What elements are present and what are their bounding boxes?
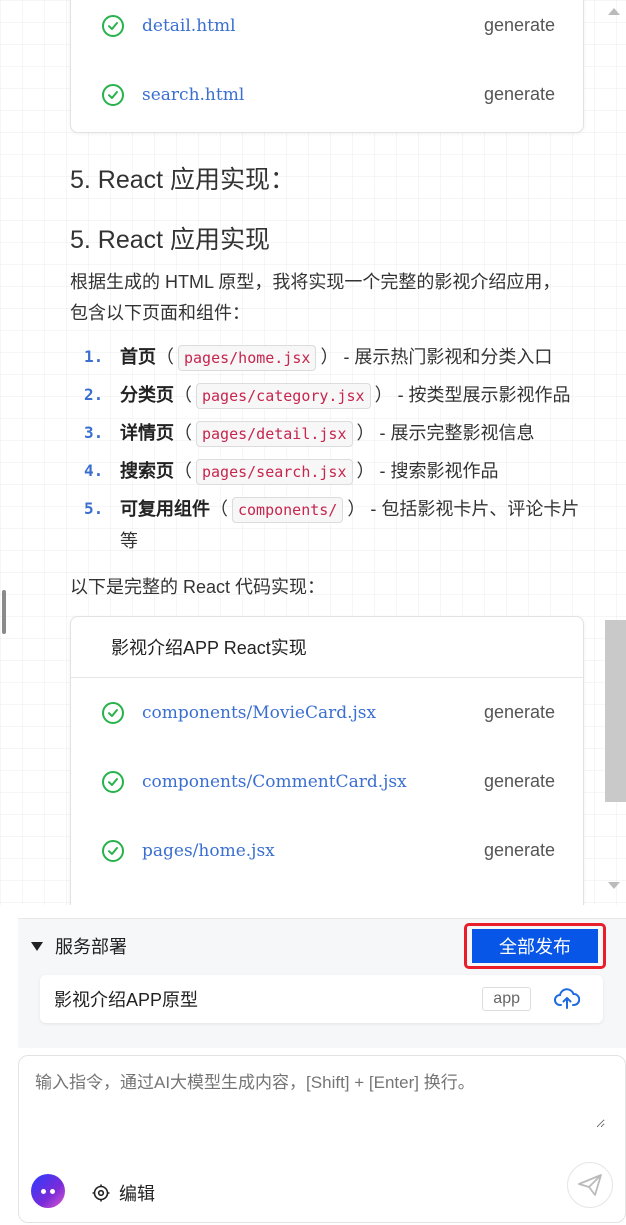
step-desc: - 展示完整影视信息 [374, 423, 535, 443]
inline-code: pages/home.jsx [178, 345, 317, 371]
cloud-upload-icon[interactable] [553, 985, 581, 1013]
file-name[interactable]: detail.html [142, 16, 484, 36]
send-icon [578, 1174, 602, 1196]
check-circle-icon [102, 839, 124, 862]
target-icon [92, 1184, 110, 1202]
generate-status: generate [483, 840, 555, 860]
file-name[interactable]: components/MovieCard.jsx [142, 703, 484, 723]
service-deploy-panel: 服务部署 全部发布 影视介绍APP原型 app [18, 918, 626, 1048]
send-button[interactable] [567, 1162, 613, 1208]
step-title: 首页 [120, 347, 156, 367]
step-desc: - 按类型展示影视作品 [392, 385, 571, 405]
list-item: 3. 详情页（ pages/detail.jsx） - 展示完整影视信息 [70, 417, 590, 449]
file-row[interactable]: components/CommentCard.jsx generate [71, 747, 583, 816]
scroll-up-arrow-icon[interactable] [608, 8, 620, 15]
list-number: 5. [84, 499, 104, 518]
publish-all-button[interactable]: 全部发布 [472, 929, 598, 963]
prompt-input[interactable] [35, 1068, 605, 1128]
generate-status: generate [483, 84, 555, 104]
outro-paragraph: 以下是完整的 React 代码实现： [70, 577, 326, 597]
publish-all-highlight: 全部发布 [464, 923, 606, 969]
list-number: 3. [84, 423, 104, 442]
edit-label: 编辑 [119, 1184, 155, 1204]
inline-code: pages/search.jsx [196, 459, 353, 485]
file-name[interactable]: search.html [142, 85, 484, 105]
scroll-down-arrow-icon[interactable] [608, 882, 620, 889]
file-row[interactable]: pages/home.jsx generate [71, 816, 583, 885]
step-title: 可复用组件 [120, 499, 210, 519]
list-number: 2. [84, 385, 104, 404]
list-number: 1. [84, 347, 104, 366]
file-name[interactable]: pages/home.jsx [142, 841, 484, 861]
step-title: 搜索页 [120, 461, 174, 481]
check-circle-icon [102, 14, 124, 37]
list-item: 4. 搜索页（ pages/search.jsx） - 搜索影视作品 [70, 455, 590, 487]
check-circle-icon [102, 83, 124, 106]
resize-handle[interactable] [2, 590, 6, 634]
inline-code: pages/category.jsx [196, 383, 371, 409]
file-name[interactable]: components/CommentCard.jsx [142, 772, 484, 792]
deploy-app-row[interactable]: 影视介绍APP原型 app [40, 975, 603, 1023]
section-heading: 5. React 应用实现： [70, 166, 296, 194]
steps-list: 1. 首页（ pages/home.jsx） - 展示热门影视和分类入口 2. 分… [70, 341, 590, 563]
app-type-badge: app [482, 987, 531, 1011]
generation-card-html: detail.html generate search.html generat… [70, 0, 584, 133]
intro-paragraph: 根据生成的 HTML 原型，我将实现一个完整的影视介绍应用，包含以下页面和组件： [70, 272, 561, 323]
generate-status: generate [483, 702, 555, 722]
step-desc: - 展示热门影视和分类入口 [338, 347, 553, 367]
file-row[interactable]: components/MovieCard.jsx generate [71, 678, 583, 747]
list-item: 5. 可复用组件（ components/） - 包括影视卡片、评论卡片等 [70, 493, 590, 557]
edit-button[interactable]: 编辑 [91, 1180, 155, 1206]
check-circle-icon [102, 701, 124, 724]
step-title: 详情页 [120, 423, 174, 443]
bot-avatar-icon[interactable] [31, 1174, 65, 1208]
prompt-input-box[interactable]: 编辑 [18, 1055, 626, 1223]
list-number: 4. [84, 461, 104, 480]
generation-card-react: 影视介绍APP React实现 components/MovieCard.jsx… [70, 616, 584, 905]
list-item: 2. 分类页（ pages/category.jsx） - 按类型展示影视作品 [70, 379, 590, 411]
generate-status: generate [483, 771, 555, 791]
chat-area[interactable]: detail.html generate search.html generat… [0, 0, 626, 905]
collapse-triangle-icon[interactable] [31, 941, 43, 951]
list-item: 1. 首页（ pages/home.jsx） - 展示热门影视和分类入口 [70, 341, 590, 373]
app-name: 影视介绍APP原型 [54, 990, 199, 1010]
deploy-title: 服务部署 [55, 937, 127, 957]
step-title: 分类页 [120, 385, 174, 405]
card-title: 影视介绍APP React实现 [71, 617, 583, 678]
check-circle-icon [102, 770, 124, 793]
inline-code: components/ [232, 497, 344, 523]
file-row[interactable]: search.html generate [71, 60, 583, 129]
section-heading: 5. React 应用实现 [70, 226, 271, 254]
scrollbar-thumb[interactable] [605, 620, 626, 802]
step-desc: - 搜索影视作品 [374, 461, 499, 481]
file-row[interactable]: detail.html generate [71, 0, 583, 60]
deploy-toggle[interactable]: 服务部署 [31, 933, 127, 959]
generate-status: generate [483, 15, 555, 35]
inline-code: pages/detail.jsx [196, 421, 353, 447]
